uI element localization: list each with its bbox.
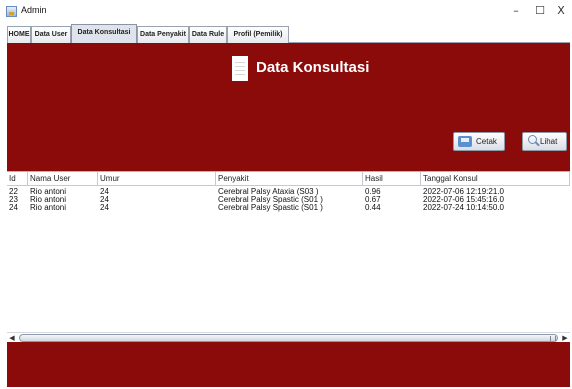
konsultasi-table: Id Nama User Umur Penyakit Hasil Tanggal… (7, 171, 570, 342)
cell-umur: 24 (100, 203, 109, 212)
cell-nama-user: Rio antoni (30, 203, 67, 212)
lihat-button[interactable]: Lihat (522, 132, 567, 151)
scroll-left-arrow-icon[interactable]: ◀ (7, 333, 17, 343)
java-app-icon (6, 6, 17, 17)
horizontal-scrollbar[interactable]: ◀ ▶ (7, 332, 570, 342)
tab-home[interactable]: HOME (7, 26, 31, 43)
column-header-tanggal-konsul[interactable]: Tanggal Konsul (421, 172, 570, 186)
cell-tanggal-konsul: 2022-07-24 10:14:50.0 (423, 203, 504, 212)
cell-umur: 24 (100, 195, 109, 204)
column-header-hasil[interactable]: Hasil (363, 172, 421, 186)
close-button[interactable]: X (554, 4, 568, 18)
printer-icon (458, 136, 472, 147)
table-row[interactable]: 24 Rio antoni 24 Cerebral Palsy Spastic … (7, 204, 570, 212)
scrollbar-grip-icon (550, 336, 556, 341)
tab-data-konsultasi[interactable]: Data Konsultasi (71, 24, 137, 44)
page-header: Data Konsultasi (232, 56, 392, 82)
cell-penyakit: Cerebral Palsy Spastic (S01 ) (218, 203, 323, 212)
window-title: Admin (21, 5, 47, 15)
minimize-button[interactable]: – (509, 4, 523, 18)
table-header: Id Nama User Umur Penyakit Hasil Tanggal… (7, 172, 570, 186)
cell-hasil: 0.44 (365, 203, 381, 212)
tab-profil-pemilik[interactable]: Profil (Pemilik) (227, 26, 289, 43)
cell-id: 24 (9, 203, 18, 212)
tab-data-rule[interactable]: Data Rule (189, 26, 227, 43)
maximize-button[interactable]: ☐ (533, 4, 547, 18)
lihat-button-label: Lihat (540, 137, 558, 146)
column-header-penyakit[interactable]: Penyakit (216, 172, 363, 186)
cetak-button-label: Cetak (476, 137, 497, 146)
tab-data-penyakit[interactable]: Data Penyakit (137, 26, 189, 43)
document-icon (232, 56, 248, 81)
konsultasi-panel: Data Konsultasi Cetak Lihat Id Nama User… (7, 43, 570, 387)
scroll-right-arrow-icon[interactable]: ▶ (560, 333, 570, 343)
column-header-umur[interactable]: Umur (98, 172, 216, 186)
cetak-button[interactable]: Cetak (453, 132, 505, 151)
tab-data-user[interactable]: Data User (31, 26, 71, 43)
tab-bar: HOME Data User Data Konsultasi Data Peny… (7, 24, 570, 44)
scrollbar-thumb[interactable] (19, 334, 558, 342)
page-title: Data Konsultasi (256, 59, 370, 76)
window-titlebar: Admin – ☐ X (0, 0, 572, 22)
column-header-id[interactable]: Id (7, 172, 28, 186)
cell-umur: 24 (100, 187, 109, 196)
column-header-nama-user[interactable]: Nama User (28, 172, 98, 186)
search-icon (528, 135, 537, 144)
